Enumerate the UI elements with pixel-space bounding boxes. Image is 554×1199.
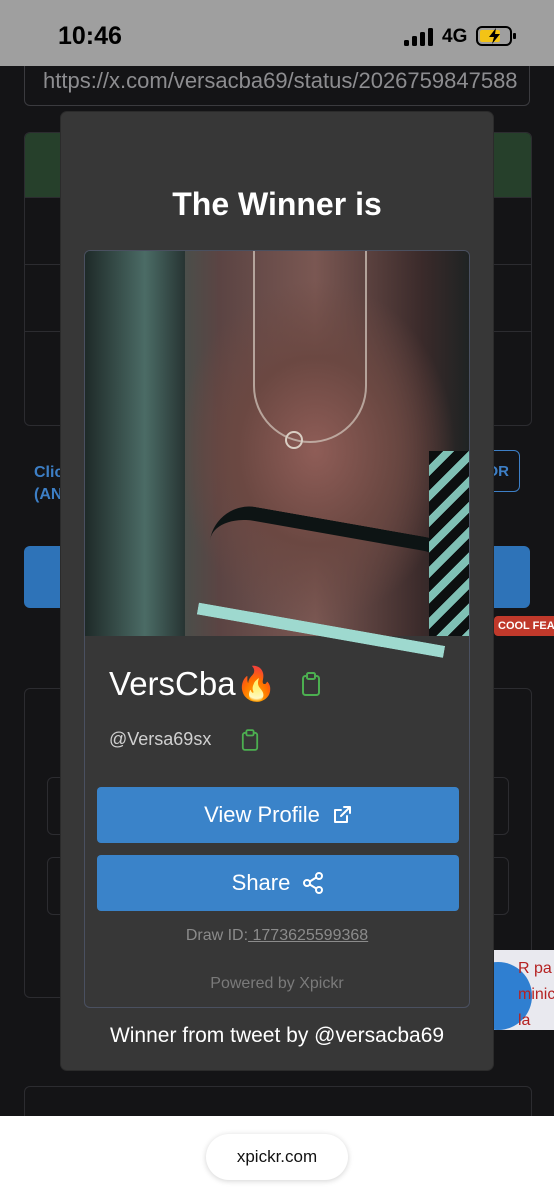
- winner-display-name: VersCba🔥: [109, 665, 277, 702]
- network-type: 4G: [442, 26, 468, 47]
- ad-text: R pa minic la clave d: [518, 960, 554, 1029]
- background-side-text: Clic (AN: [34, 464, 64, 503]
- winner-card: VersCba🔥 @Versa69sx View Profile Share D…: [84, 250, 470, 1008]
- view-profile-label: View Profile: [204, 802, 320, 827]
- external-link-icon: [333, 806, 351, 823]
- cellular-signal-icon: [404, 28, 433, 46]
- draw-id-link[interactable]: 1773625599368: [248, 927, 368, 944]
- modal-title: The Winner is: [172, 186, 382, 222]
- winner-tweet-source: Winner from tweet by @versacba69: [109, 1024, 445, 1047]
- status-time: 10:46: [58, 22, 122, 50]
- winner-photo: [85, 251, 469, 658]
- draw-id-label: Draw ID:: [185, 927, 249, 944]
- draw-id: Draw ID: 1773625599368: [85, 927, 469, 945]
- address-bar-domain[interactable]: xpickr.com: [206, 1134, 348, 1180]
- share-label: Share: [231, 870, 291, 895]
- cool-feature-badge: COOL FEA: [494, 616, 554, 636]
- browser-bottom-bar: xpickr.com: [0, 1116, 554, 1199]
- view-profile-button[interactable]: View Profile: [97, 787, 459, 843]
- status-bar: 10:46 4G: [0, 0, 554, 66]
- tweet-url-input[interactable]: https://x.com/versacba69/status/20267598…: [24, 66, 530, 106]
- winner-modal: The Winner is VersCba🔥 @Versa69sx View P…: [61, 112, 493, 1070]
- battery-charging-icon: [476, 26, 516, 46]
- clipboard-copy-icon[interactable]: [301, 672, 321, 696]
- winner-handle: @Versa69sx: [109, 729, 212, 749]
- powered-by: Powered by Xpickr: [210, 975, 344, 992]
- share-icon: [303, 872, 324, 894]
- clipboard-copy-icon[interactable]: [241, 729, 259, 751]
- share-button[interactable]: Share: [97, 855, 459, 911]
